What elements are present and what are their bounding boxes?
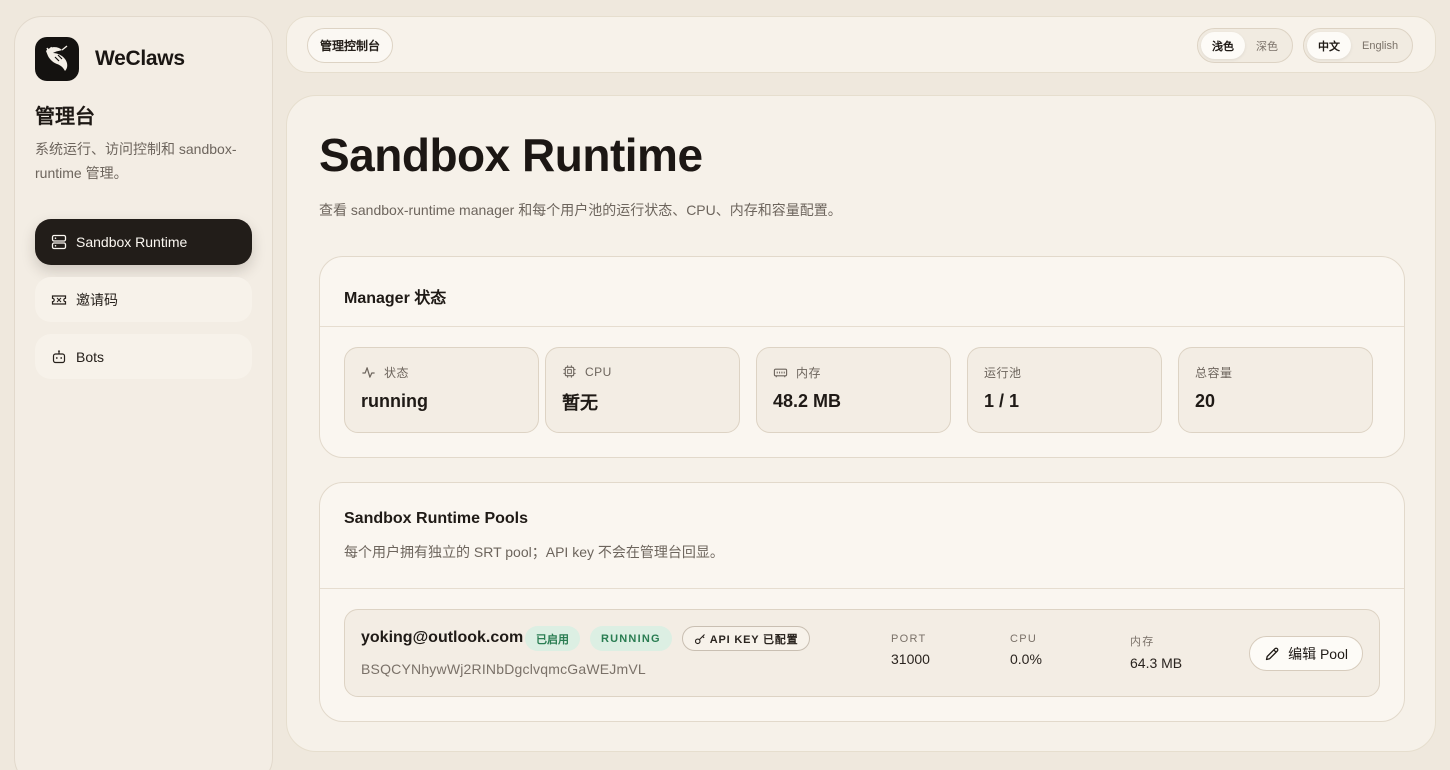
ticket-icon (51, 294, 67, 305)
stat-label: 运行池 (984, 366, 1022, 380)
card-header: Manager 状态 (320, 257, 1404, 327)
metric-value: 64.3 MB (1130, 655, 1183, 671)
stat-label: 状态 (384, 366, 410, 380)
stat-label: 内存 (796, 366, 822, 380)
brand[interactable]: WeClaws (35, 37, 252, 81)
manager-status-card: Manager 状态 状态 running CPU 暂无 内存 48.2 MB … (319, 256, 1405, 458)
language-toggle: 中文 English (1303, 28, 1414, 63)
cpu-icon (563, 365, 576, 378)
stat-label: CPU (585, 364, 612, 379)
pools-subtitle: 每个用户拥有独立的 SRT pool；API key 不会在管理台回显。 (344, 544, 724, 560)
sidebar-item-invite-codes[interactable]: 邀请码 (35, 277, 252, 322)
theme-toggle: 浅色 深色 (1197, 28, 1293, 63)
manager-status-title: Manager 状态 (344, 290, 447, 307)
pool-id: BSQCYNhywWj2RINbDgclvqmcGaWEJmVL (361, 661, 646, 677)
sidebar: WeClaws 管理台 系统运行、访问控制和 sandbox-runtime 管… (14, 16, 273, 770)
card-header: Sandbox Runtime Pools 每个用户拥有独立的 SRT pool… (320, 483, 1404, 589)
topbar: 管理控制台 浅色 深色 中文 English (286, 16, 1436, 73)
edit-pool-label: 编辑 Pool (1288, 645, 1348, 662)
metric-label: 内存 (1130, 636, 1155, 648)
sidebar-item-label: Bots (76, 348, 105, 365)
memory-icon (773, 368, 788, 378)
edit-pool-button[interactable]: 编辑 Pool (1249, 636, 1363, 671)
pool-email: yoking@outlook.com (361, 629, 524, 646)
stat-cpu: CPU 暂无 (545, 347, 740, 433)
stat-value: running (361, 391, 428, 411)
page-description: 查看 sandbox-runtime manager 和每个用户池的运行状态、C… (319, 202, 842, 218)
pools-card: Sandbox Runtime Pools 每个用户拥有独立的 SRT pool… (319, 482, 1405, 722)
brand-name: WeClaws (95, 47, 185, 70)
api-key-badge-label: API KEY 已配置 (709, 633, 799, 646)
stat-value: 48.2 MB (773, 391, 842, 411)
language-zh-option[interactable]: 中文 (1307, 32, 1351, 59)
bot-icon (52, 349, 66, 363)
stat-status: 状态 running (344, 347, 539, 433)
enabled-badge: 已启用 (525, 626, 580, 651)
stats-grid: 状态 running CPU 暂无 内存 48.2 MB 运行池 1 / 1 总… (344, 347, 1373, 433)
sidebar-nav: Sandbox Runtime 邀请码 Bots (35, 219, 252, 379)
sidebar-description: 系统运行、访问控制和 sandbox-runtime 管理。 (35, 141, 237, 181)
theme-dark-option[interactable]: 深色 (1245, 32, 1289, 59)
sidebar-title: 管理台 (35, 106, 95, 128)
stat-running-pools: 运行池 1 / 1 (967, 347, 1162, 433)
api-key-badge: API KEY 已配置 (681, 626, 811, 651)
breadcrumb[interactable]: 管理控制台 (307, 28, 394, 63)
pool-memory: 内存 64.3 MB (1130, 633, 1182, 671)
metric-value: 0.0% (1010, 651, 1042, 667)
page-title: Sandbox Runtime (319, 129, 703, 181)
theme-light-option[interactable]: 浅色 (1201, 32, 1245, 59)
stat-label: 总容量 (1195, 366, 1233, 380)
metric-label: CPU (1010, 633, 1038, 645)
pencil-icon (1265, 647, 1279, 660)
sidebar-item-label: 邀请码 (76, 291, 118, 308)
stat-value: 1 / 1 (984, 391, 1020, 411)
running-badge: RUNNING (590, 626, 672, 651)
stat-total-capacity: 总容量 20 (1178, 347, 1373, 433)
activity-icon (362, 367, 375, 378)
stat-value: 20 (1195, 391, 1216, 411)
stat-memory: 内存 48.2 MB (756, 347, 951, 433)
language-en-option[interactable]: English (1351, 32, 1409, 59)
main-panel: Sandbox Runtime 查看 sandbox-runtime manag… (286, 95, 1436, 752)
metric-label: PORT (891, 633, 927, 645)
pool-row: yoking@outlook.com 已启用 RUNNING API KEY 已… (344, 609, 1380, 697)
server-icon (51, 234, 67, 250)
lobster-logo-icon (35, 37, 79, 81)
pool-cpu: CPU 0.0% (1010, 633, 1042, 667)
pools-title: Sandbox Runtime Pools (344, 510, 529, 527)
metric-value: 31000 (891, 651, 930, 667)
pool-port: PORT 31000 (891, 633, 930, 667)
sidebar-item-label: Sandbox Runtime (76, 234, 188, 250)
sidebar-item-sandbox-runtime[interactable]: Sandbox Runtime (35, 219, 252, 265)
sidebar-item-bots[interactable]: Bots (35, 334, 252, 379)
pool-badges: 已启用 RUNNING API KEY 已配置 (525, 626, 811, 651)
key-icon (694, 633, 705, 644)
stat-value: 暂无 (562, 393, 598, 413)
